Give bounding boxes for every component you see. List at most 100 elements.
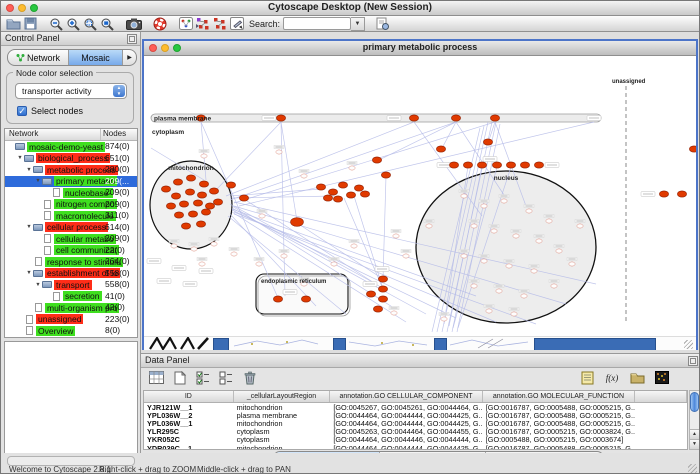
network-view-icon[interactable] (177, 16, 194, 31)
tree-header-nodes[interactable]: Nodes (101, 129, 137, 140)
network-node-selected[interactable] (239, 195, 248, 201)
matrix-view-icon[interactable] (653, 369, 671, 386)
table-vscrollbar[interactable]: ▲ ▼ (689, 390, 700, 450)
network-node[interactable] (491, 229, 497, 233)
annotation-icon[interactable] (228, 16, 245, 31)
network-tree-item[interactable]: ▼establishment of lo558(0) (5, 268, 137, 280)
network-node[interactable] (199, 262, 205, 266)
network-node[interactable] (231, 252, 237, 256)
network-node-selected[interactable] (185, 189, 194, 195)
network-tree-item[interactable]: ▼biological_process651(0) (5, 153, 137, 165)
network-node-selected[interactable] (161, 186, 170, 192)
network-node[interactable] (351, 244, 357, 248)
network-node-selected[interactable] (346, 192, 355, 198)
network-node-selected[interactable] (186, 175, 195, 181)
network-node-selected[interactable] (520, 162, 529, 168)
save-icon[interactable] (22, 16, 39, 31)
network-tree-item[interactable]: cell communicat22(0) (5, 245, 137, 257)
network-node[interactable] (506, 264, 512, 268)
network-node-selected[interactable] (273, 296, 282, 302)
delete-attribute-trash-icon[interactable] (241, 369, 259, 386)
network-node-selected[interactable] (451, 115, 460, 121)
snapshot-camera-icon[interactable] (125, 16, 142, 31)
zoom-selected-icon[interactable] (82, 16, 99, 31)
network-node-selected[interactable] (436, 146, 445, 152)
open-file-icon[interactable] (5, 16, 22, 31)
network-node-selected[interactable] (381, 172, 390, 178)
network-node[interactable] (393, 234, 399, 238)
network-node-selected[interactable] (174, 212, 183, 218)
network-node-selected[interactable] (291, 218, 304, 227)
network-node-selected[interactable] (188, 211, 197, 217)
network-node-selected[interactable] (301, 296, 310, 302)
network-node-selected[interactable] (171, 193, 180, 199)
network-node[interactable] (511, 312, 517, 316)
table-cell[interactable]: [GO:0044464, GO:0044444, GO:0044425, G..… (330, 444, 482, 450)
network-node-selected[interactable] (226, 182, 235, 188)
network-node-selected[interactable] (378, 296, 387, 302)
network-node-selected[interactable] (373, 306, 382, 312)
destroy-network-icon[interactable] (211, 16, 228, 31)
search-input[interactable] (283, 17, 351, 30)
network-node-selected[interactable] (506, 162, 515, 168)
network-node[interactable] (281, 254, 287, 258)
network-node-selected[interactable] (483, 139, 492, 145)
network-tree-item[interactable]: macromolecule311(0) (5, 210, 137, 222)
zoom-fit-icon[interactable] (99, 16, 116, 31)
network-node-selected[interactable] (205, 203, 214, 209)
scroll-down-button[interactable]: ▼ (690, 439, 699, 449)
table-cell[interactable]: mitochondrion (234, 444, 331, 450)
network-node-selected[interactable] (181, 223, 190, 229)
network-node-selected[interactable] (378, 286, 387, 292)
network-tree-item[interactable]: cellular metabo209(0) (5, 233, 137, 245)
network-node-selected[interactable] (197, 192, 206, 198)
network-node-selected[interactable] (677, 191, 686, 197)
network-tree-item[interactable]: nitrogen compo209(0) (5, 199, 137, 211)
network-node[interactable] (191, 247, 197, 251)
network-node[interactable] (486, 309, 492, 313)
network-node[interactable] (577, 224, 583, 228)
network-node[interactable] (276, 150, 282, 154)
network-tree-item[interactable]: nucleobase-209(0) (5, 187, 137, 199)
import-attributes-icon[interactable] (628, 369, 646, 386)
network-tree-item[interactable]: response to stimulu264(0) (5, 256, 137, 268)
network-node[interactable] (461, 194, 467, 198)
network-tree-item[interactable]: ▼cellular process614(0) (5, 222, 137, 234)
table-cell[interactable]: YDR039C__1 (144, 444, 234, 450)
network-node-selected[interactable] (366, 291, 375, 297)
table-cell[interactable]: [GO:0016787, GO:0005488, GO:0005215, G..… (483, 444, 635, 450)
network-node-selected[interactable] (179, 201, 188, 207)
network-node[interactable] (403, 254, 409, 258)
network-tree-item[interactable]: mosaic-demo-yeast874(0) (5, 141, 137, 153)
network-tree-item[interactable]: multi-organism pro42(0) (5, 302, 137, 314)
network-node[interactable] (521, 294, 527, 298)
network-tree-item[interactable]: ▼metabolic process280(0) (5, 164, 137, 176)
zoom-in-icon[interactable] (65, 16, 82, 31)
expander-icon[interactable]: ▼ (34, 178, 42, 184)
network-node-selected[interactable] (276, 115, 285, 121)
float-panel-icon[interactable] (127, 34, 137, 44)
network-node[interactable] (501, 199, 507, 203)
expander-icon[interactable]: ▼ (25, 224, 33, 230)
network-node[interactable] (331, 262, 337, 266)
tab-network[interactable]: Network (8, 50, 69, 65)
network-node-selected[interactable] (209, 188, 218, 194)
network-node-selected[interactable] (477, 162, 486, 168)
network-tree-item[interactable]: Overview8(0) (5, 325, 137, 337)
column-header[interactable]: ID (144, 391, 234, 402)
select-all-attributes-icon[interactable] (194, 369, 212, 386)
search-config-icon[interactable] (374, 16, 391, 31)
column-header[interactable]: _cellularLayoutRegion (234, 391, 331, 402)
network-node[interactable] (391, 311, 397, 315)
network-node-selected[interactable] (166, 203, 175, 209)
network-node-selected[interactable] (333, 196, 342, 202)
network-node[interactable] (349, 166, 355, 170)
network-node-selected[interactable] (193, 200, 202, 206)
select-nodes-checkbox[interactable]: ✓ (17, 106, 27, 116)
network-node[interactable] (461, 254, 467, 258)
network-node[interactable] (551, 284, 557, 288)
app-titlebar[interactable]: Cytoscape Desktop (New Session) (1, 1, 699, 16)
float-panel-icon[interactable] (688, 356, 698, 366)
frame-resize-grip[interactable] (684, 340, 693, 349)
network-tree-item[interactable]: ▼transport558(0) (5, 279, 137, 291)
